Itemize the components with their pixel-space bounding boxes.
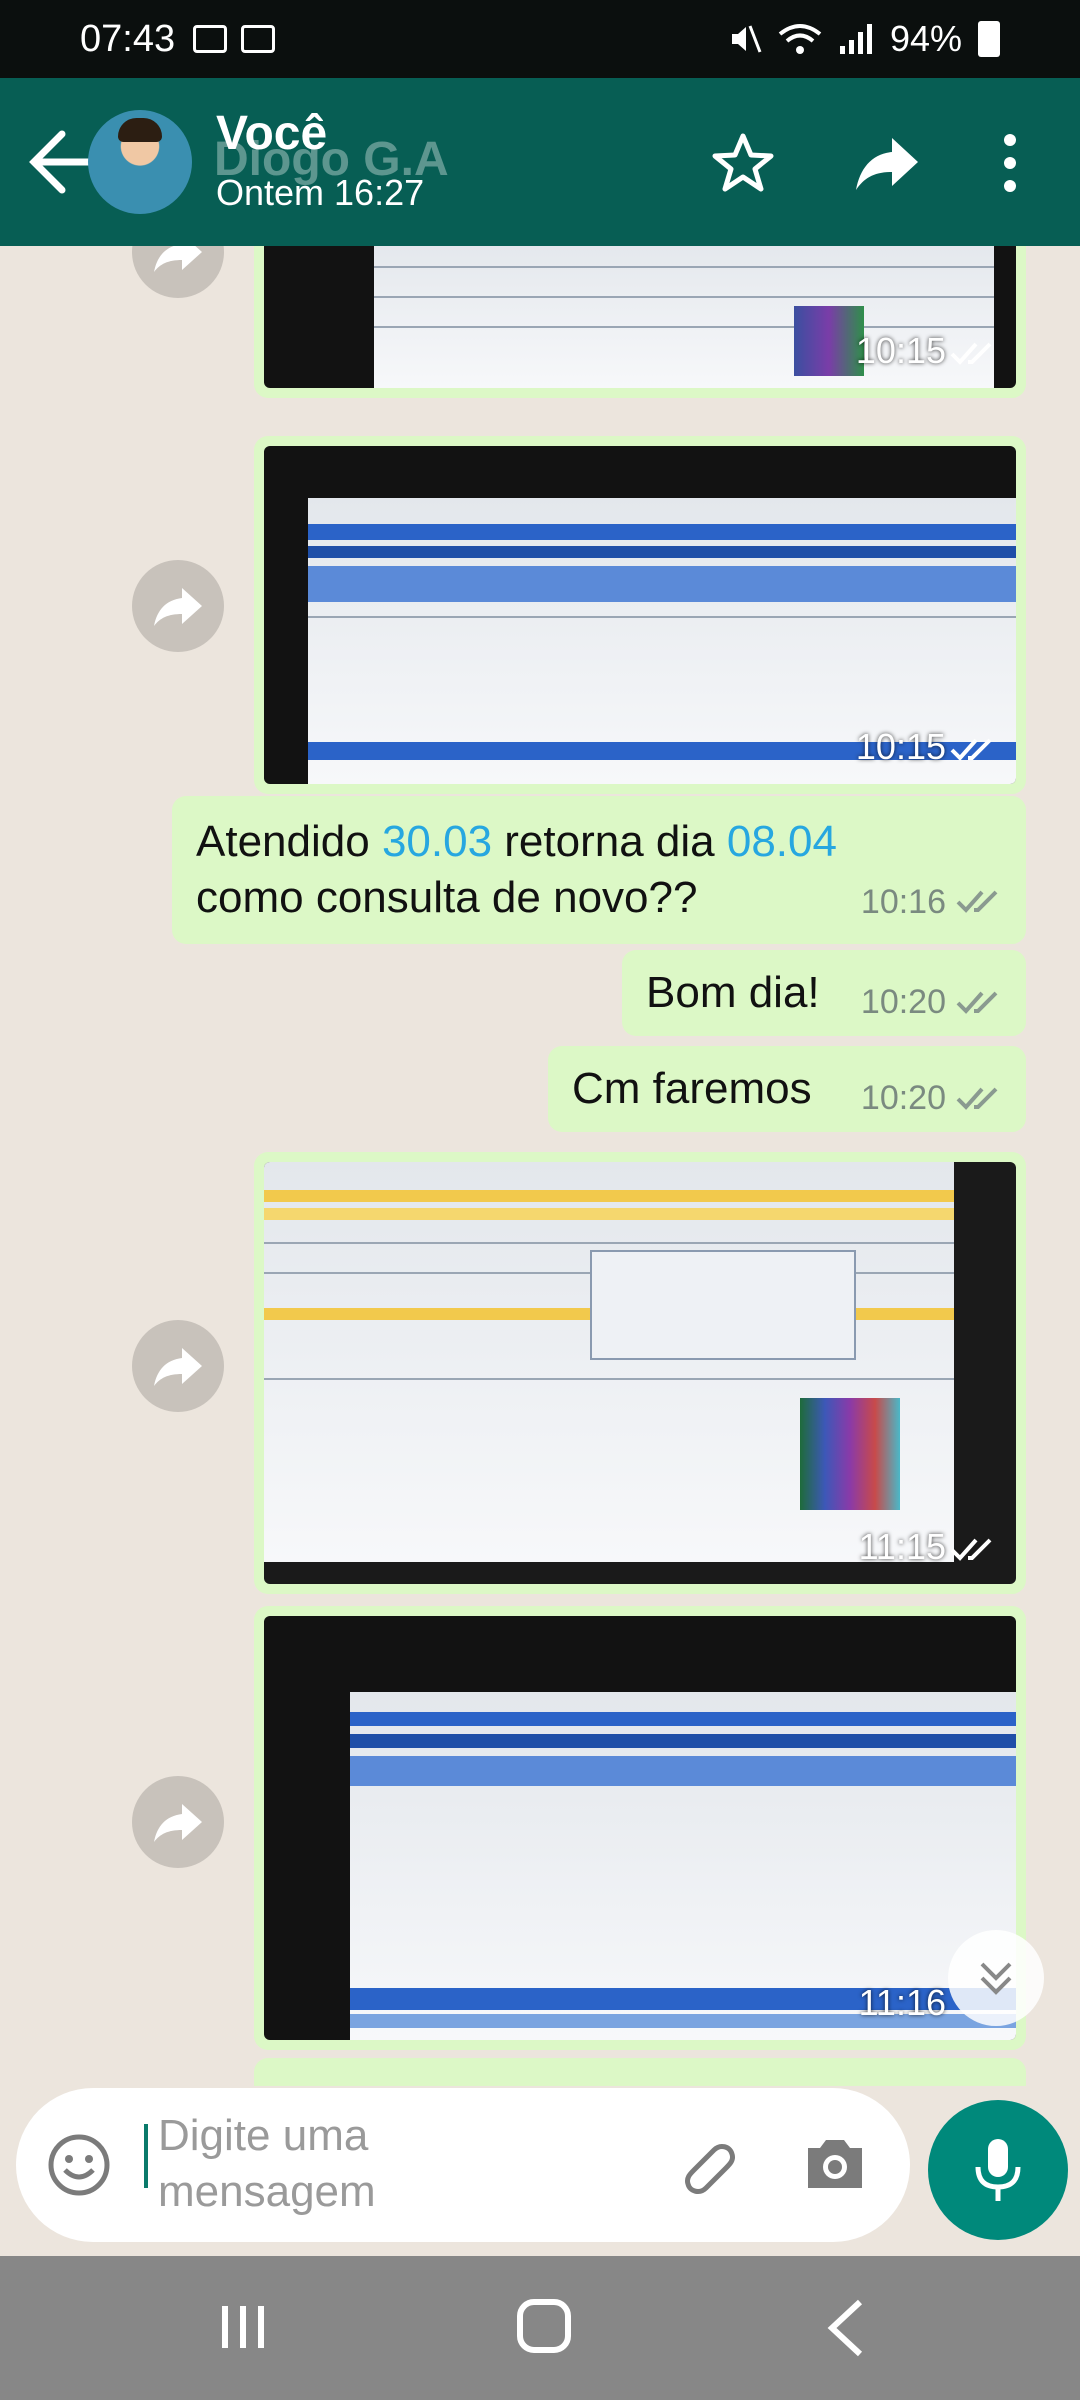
share-arrow-icon bbox=[154, 1348, 202, 1386]
attach-icon[interactable] bbox=[674, 2132, 744, 2202]
message-input-bar: Digite uma mensagem bbox=[16, 2088, 910, 2242]
message-text: Atendido bbox=[196, 817, 382, 866]
image-thumbnail[interactable]: 10:15 bbox=[264, 246, 1016, 388]
read-receipt-icon bbox=[956, 991, 998, 1014]
star-icon[interactable] bbox=[708, 128, 778, 198]
image-thumbnail[interactable]: 10:15 bbox=[264, 446, 1016, 784]
image-thumbnail[interactable]: 11:16 bbox=[264, 1616, 1016, 2040]
share-button[interactable] bbox=[132, 560, 224, 652]
image-icon bbox=[241, 25, 276, 53]
chat-area[interactable]: 10:15 10:15 Atendido 30.03 retorna dia 0… bbox=[0, 246, 1080, 2086]
system-navigation-bar bbox=[0, 2256, 1080, 2400]
contact-name[interactable]: Você bbox=[216, 106, 327, 161]
emoji-icon[interactable] bbox=[46, 2132, 112, 2198]
contact-avatar[interactable] bbox=[88, 110, 192, 214]
text-message[interactable]: Bom dia! 10:20 bbox=[622, 950, 1026, 1036]
battery-icon bbox=[978, 21, 1000, 57]
image-message[interactable]: 10:15 bbox=[254, 246, 1026, 398]
message-input[interactable]: Digite uma mensagem bbox=[158, 2108, 458, 2220]
read-receipt-icon bbox=[950, 342, 992, 365]
voice-message-button[interactable] bbox=[928, 2100, 1068, 2240]
read-receipt-icon bbox=[956, 890, 998, 913]
date-link[interactable]: 08.04 bbox=[727, 817, 837, 866]
share-button[interactable] bbox=[132, 1320, 224, 1412]
share-arrow-icon bbox=[154, 246, 202, 272]
share-arrow-icon bbox=[154, 588, 202, 626]
voicemail-icon bbox=[193, 25, 228, 53]
microphone-icon bbox=[975, 2139, 1021, 2201]
screen-photo bbox=[264, 1162, 954, 1562]
contact-last-seen: Ontem 16:27 bbox=[216, 172, 425, 213]
notification-icons bbox=[193, 25, 276, 53]
chat-header: Diogo G.A Você Ontem 16:27 bbox=[0, 78, 1080, 246]
message-meta: 10:20 bbox=[861, 1079, 1004, 1118]
share-button[interactable] bbox=[132, 1776, 224, 1868]
battery-percent: 94% bbox=[889, 18, 962, 59]
message-time: 10:15 bbox=[855, 330, 946, 371]
message-time: 10:20 bbox=[860, 1079, 946, 1117]
camera-icon[interactable] bbox=[802, 2134, 868, 2194]
message-time: 10:16 bbox=[860, 883, 946, 921]
system-icons: 94% bbox=[728, 18, 1000, 60]
message-meta: 10:16 bbox=[861, 874, 1004, 930]
message-time: 10:20 bbox=[860, 983, 946, 1021]
message-text: Bom dia! bbox=[646, 968, 820, 1017]
message-meta: 10:20 bbox=[861, 983, 1004, 1022]
share-arrow-icon bbox=[154, 1804, 202, 1842]
read-receipt-icon bbox=[950, 1538, 992, 1561]
more-options-icon[interactable] bbox=[990, 128, 1030, 198]
image-thumbnail[interactable]: 11:15 bbox=[264, 1162, 1016, 1584]
recent-apps-icon[interactable] bbox=[216, 2302, 270, 2352]
message-text-line1: Atendido 30.03 retorna dia 08.04 bbox=[196, 814, 1002, 870]
back-icon[interactable] bbox=[824, 2298, 868, 2358]
text-message[interactable]: Atendido 30.03 retorna dia 08.04 como co… bbox=[172, 796, 1026, 944]
image-message[interactable]: 11:16 bbox=[254, 1606, 1026, 2050]
date-link[interactable]: 30.03 bbox=[382, 817, 492, 866]
image-message[interactable] bbox=[254, 2058, 1026, 2086]
wifi-icon bbox=[778, 24, 822, 54]
status-bar: 07:43 94% bbox=[0, 0, 1080, 78]
mute-icon bbox=[731, 25, 762, 53]
image-message[interactable]: 10:15 bbox=[254, 436, 1026, 794]
signal-icon bbox=[839, 24, 872, 54]
double-chevron-down-icon bbox=[980, 1962, 1012, 1995]
read-receipt-icon bbox=[950, 738, 992, 761]
message-time: 11:15 bbox=[858, 1526, 946, 1567]
read-receipt-icon bbox=[956, 1087, 998, 1110]
forward-icon[interactable] bbox=[852, 128, 922, 198]
status-time: 07:43 bbox=[80, 17, 176, 60]
scroll-to-bottom-button[interactable] bbox=[948, 1930, 1044, 2026]
message-time: 11:16 bbox=[858, 1982, 946, 2023]
message-text: retorna dia bbox=[492, 817, 727, 866]
text-message[interactable]: Cm faremos 10:20 bbox=[548, 1046, 1026, 1132]
image-message[interactable]: 11:15 bbox=[254, 1152, 1026, 1594]
message-text: Cm faremos bbox=[572, 1064, 812, 1113]
home-icon[interactable] bbox=[516, 2298, 572, 2354]
message-time: 10:15 bbox=[855, 726, 946, 767]
text-cursor bbox=[144, 2124, 148, 2188]
share-button[interactable] bbox=[132, 246, 224, 298]
